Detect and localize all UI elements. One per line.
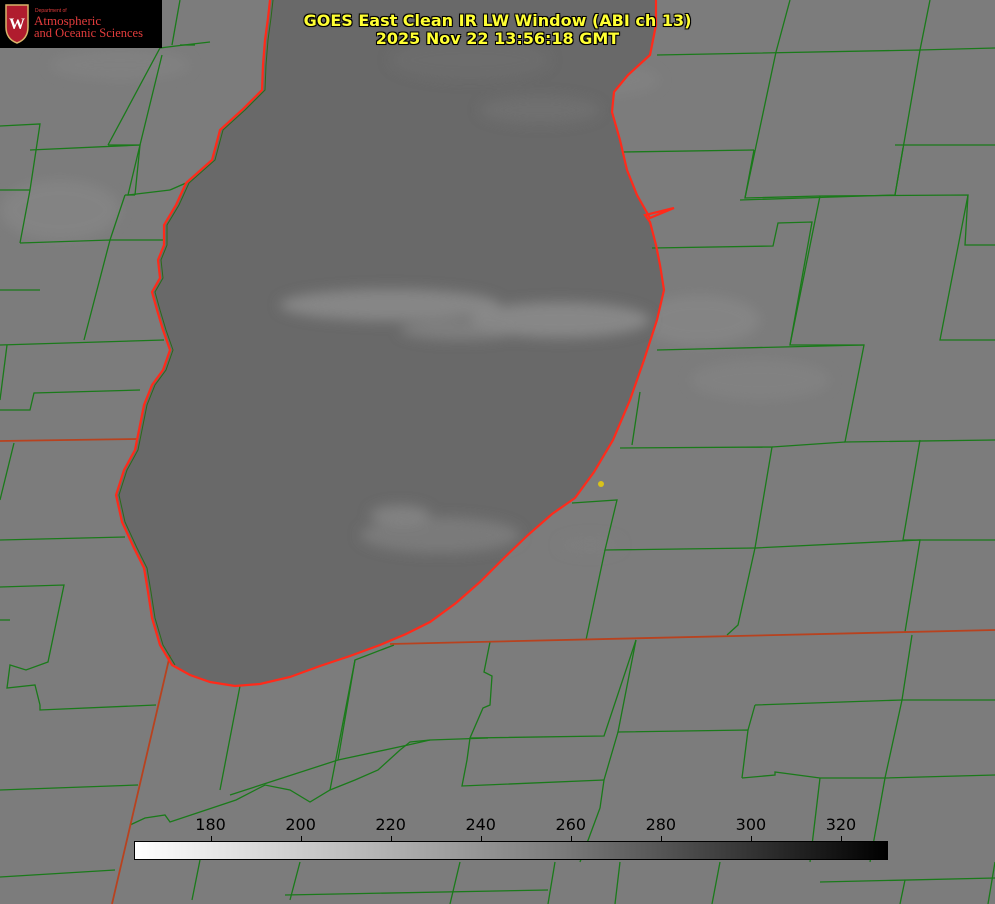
colorbar-tick-mark	[390, 836, 392, 841]
colorbar-tick-label: 320	[825, 815, 857, 834]
colorbar-tick-label: 300	[735, 815, 767, 834]
colorbar-tick-mark	[480, 836, 482, 841]
satellite-map-view: W Department of Atmospheric and Oceanic …	[0, 0, 995, 904]
colorbar-tick-label: 280	[645, 815, 677, 834]
colorbar-tick-mark	[660, 836, 662, 841]
uw-aos-logo: W Department of Atmospheric and Oceanic …	[0, 0, 162, 48]
colorbar-tick-label: 220	[375, 815, 406, 834]
logo-line-2: and Oceanic Sciences	[34, 26, 143, 40]
svg-text:W: W	[9, 16, 25, 33]
colorbar-tick-mark	[750, 836, 752, 841]
colorbar-tick-label: 240	[465, 815, 496, 834]
colorbar-tick-mark	[840, 836, 842, 841]
colorbar-tick-mark	[570, 836, 572, 841]
colorbar-tick-mark	[300, 836, 302, 841]
colorbar	[134, 841, 888, 860]
uw-crest-icon: W	[5, 4, 29, 44]
colorbar-tick-label: 260	[555, 815, 587, 834]
colorbar-tick-label: 200	[285, 815, 316, 834]
colorbar-tick-label: 180	[195, 815, 226, 834]
location-marker	[598, 481, 604, 487]
map-canvas	[0, 0, 995, 904]
colorbar-tick-mark	[210, 836, 212, 841]
